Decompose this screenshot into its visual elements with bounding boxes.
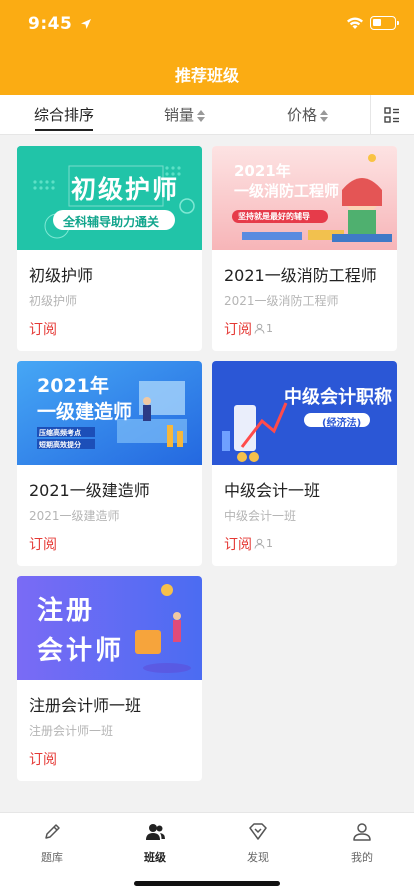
subscriber-count: 1 bbox=[254, 537, 273, 550]
course-card[interactable]: 2021年 一级消防工程师 坚持就是最好的辅导 2021一级消防工程师 2021… bbox=[212, 146, 397, 351]
banner-tagline: (经济法) bbox=[322, 418, 362, 429]
wifi-icon bbox=[347, 17, 363, 29]
course-banner: 中级会计职称 (经济法) bbox=[212, 361, 397, 465]
banner-tagline: 坚持就是最好的辅导 bbox=[238, 212, 310, 221]
sort-comprehensive[interactable]: 综合排序 bbox=[34, 95, 94, 135]
sort-comprehensive-label: 综合排序 bbox=[34, 106, 95, 124]
course-title: 2021一级建造师 bbox=[29, 481, 150, 500]
banner-tagline-1: 压缩高频考点 bbox=[39, 429, 81, 437]
pencil-icon bbox=[45, 824, 60, 839]
banner-year: 2021年 bbox=[234, 162, 291, 180]
person-icon bbox=[353, 823, 371, 841]
status-time: 9:45 bbox=[28, 14, 73, 34]
location-arrow-icon bbox=[81, 19, 91, 29]
banner-headline: 初级护师 bbox=[71, 175, 180, 204]
app-header: 9:45 推荐班级 bbox=[0, 0, 414, 95]
users-icon bbox=[146, 824, 165, 840]
status-bar: 9:45 bbox=[0, 0, 414, 50]
sort-arrows-icon bbox=[197, 109, 206, 122]
tab-label: 发现 bbox=[247, 851, 269, 864]
page-title: 推荐班级 bbox=[174, 66, 239, 85]
sort-divider bbox=[370, 95, 371, 135]
course-title: 初级护师 bbox=[29, 266, 94, 285]
subscribe-button[interactable]: 订阅 bbox=[29, 319, 57, 339]
course-title: 2021一级消防工程师 bbox=[224, 266, 377, 285]
tab-discover[interactable]: 发现 bbox=[228, 821, 288, 865]
sort-price-label: 价格 bbox=[287, 106, 318, 124]
user-small-icon bbox=[254, 538, 265, 549]
tab-label: 题库 bbox=[41, 851, 63, 864]
course-banner: 注册 会计师 bbox=[17, 576, 202, 680]
tab-mine[interactable]: 我的 bbox=[332, 821, 392, 865]
course-subtitle: 注册会计师一班 bbox=[29, 724, 114, 738]
subscribe-button[interactable]: 订阅 bbox=[29, 534, 57, 554]
subscriber-count-value: 1 bbox=[266, 322, 273, 335]
course-card[interactable]: 2021年 一级建造师 压缩高频考点 短期高效提分 2021一级建造师 2021… bbox=[17, 361, 202, 566]
course-card[interactable]: 注册 会计师 注册会计师一班 注册会计师一班 订阅 bbox=[17, 576, 202, 781]
course-subtitle: 初级护师 bbox=[29, 294, 78, 308]
banner-tagline: 全科辅导助力通关 bbox=[63, 215, 160, 229]
banner-line-1: 注册 bbox=[37, 596, 96, 626]
course-banner: 初级护师 全科辅导助力通关 bbox=[17, 146, 202, 250]
diamond-icon bbox=[249, 823, 267, 840]
tab-label: 班级 bbox=[144, 851, 166, 864]
banner-headline: 一级消防工程师 bbox=[234, 182, 340, 200]
user-small-icon bbox=[254, 323, 265, 334]
course-card[interactable]: 中级会计职称 (经济法) 中级会计一班 中级会计一班 订阅 1 bbox=[212, 361, 397, 566]
banner-year: 2021年 bbox=[37, 375, 109, 397]
banner-headline: 中级会计职称 bbox=[284, 387, 392, 408]
sort-sales-label: 销量 bbox=[164, 106, 195, 124]
layout-toggle-icon[interactable] bbox=[384, 107, 400, 123]
subscriber-count-value: 1 bbox=[266, 537, 273, 550]
course-subtitle: 中级会计一班 bbox=[224, 509, 297, 523]
course-subtitle: 2021一级建造师 bbox=[29, 509, 120, 523]
banner-decoration bbox=[212, 361, 397, 465]
course-title: 注册会计师一班 bbox=[29, 696, 142, 715]
tab-label: 我的 bbox=[351, 851, 373, 864]
banner-line-2: 会计师 bbox=[37, 636, 125, 666]
subscribe-button[interactable]: 订阅 bbox=[224, 534, 252, 554]
course-banner: 2021年 一级消防工程师 坚持就是最好的辅导 bbox=[212, 146, 397, 250]
subscribe-button[interactable]: 订阅 bbox=[29, 749, 57, 769]
subscribe-button[interactable]: 订阅 bbox=[224, 319, 252, 339]
sort-sales[interactable]: 销量 bbox=[164, 95, 206, 135]
sort-price[interactable]: 价格 bbox=[287, 95, 329, 135]
course-title: 中级会计一班 bbox=[224, 481, 321, 500]
tab-classes[interactable]: 班级 bbox=[125, 821, 185, 865]
sort-bar: 综合排序 销量 价格 bbox=[0, 95, 414, 135]
course-card[interactable]: 初级护师 全科辅导助力通关 初级护师 初级护师 订阅 bbox=[17, 146, 202, 351]
course-banner: 2021年 一级建造师 压缩高频考点 短期高效提分 bbox=[17, 361, 202, 465]
course-subtitle: 2021一级消防工程师 bbox=[224, 294, 339, 308]
home-indicator bbox=[134, 881, 280, 886]
subscriber-count: 1 bbox=[254, 322, 273, 335]
banner-tagline-2: 短期高效提分 bbox=[39, 441, 81, 449]
sort-arrows-icon bbox=[320, 109, 329, 122]
battery-icon bbox=[370, 16, 399, 30]
tab-question-bank[interactable]: 题库 bbox=[22, 821, 82, 865]
banner-headline: 一级建造师 bbox=[37, 401, 133, 423]
